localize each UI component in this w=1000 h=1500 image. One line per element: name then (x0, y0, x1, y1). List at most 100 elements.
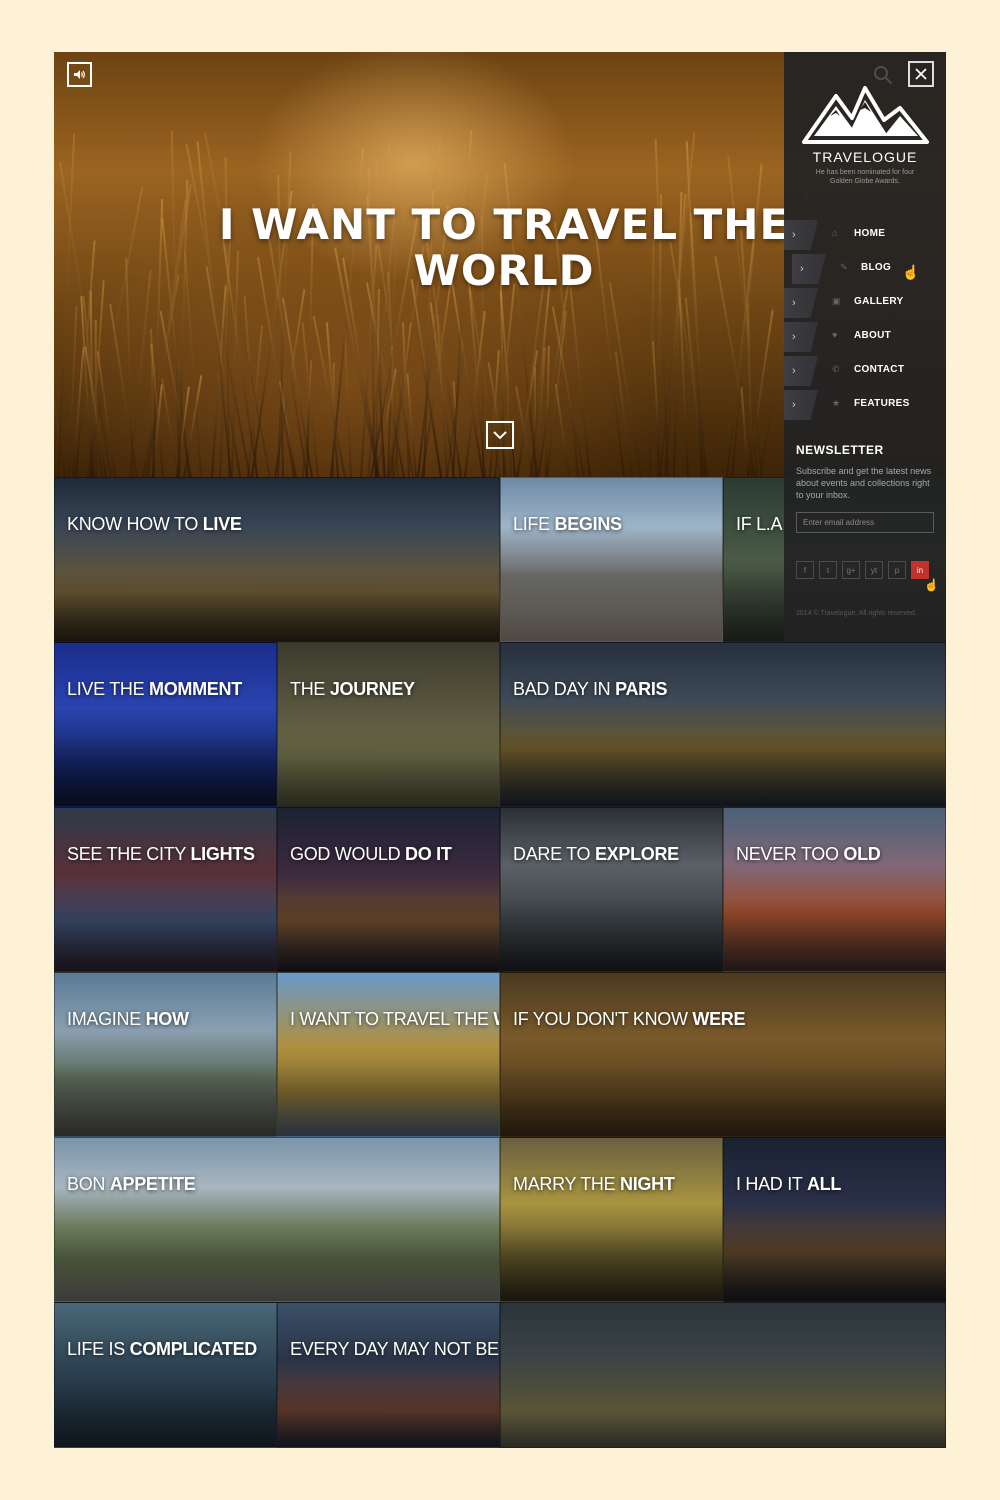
tile-photo-detail (501, 897, 722, 971)
tile-caption-light: MARRY THE (513, 1174, 621, 1194)
image-icon: ▣ (832, 296, 841, 306)
close-icon (915, 68, 927, 80)
tile-photo-detail (724, 897, 945, 971)
menu-item-home[interactable]: › ⌂ HOME (784, 220, 946, 254)
star-icon: ★ (832, 398, 841, 408)
gallery-tile[interactable]: NEVER TOO OLD (723, 807, 946, 972)
gallery-tile[interactable]: IF YOU DON'T KNOW WERE (500, 972, 946, 1137)
tile-caption-bold: WORLD (493, 1009, 499, 1029)
tile-caption: IF L.A (736, 514, 783, 535)
linkedin-icon[interactable]: in (911, 561, 929, 579)
menu-arrow: › (784, 356, 818, 386)
pointer-cursor-icon: ☝ (902, 264, 920, 280)
gallery-tile[interactable]: KNOW HOW TO LIVE (54, 477, 500, 642)
pointer-cursor-icon: ☝ (924, 578, 939, 592)
sound-toggle-button[interactable] (67, 62, 92, 87)
chevron-right-icon: › (792, 399, 796, 411)
tile-caption-bold: ALL (806, 1174, 842, 1194)
menu-arrow: › (784, 390, 818, 420)
grass-stalk (343, 329, 352, 477)
gallery-tile[interactable]: BAD DAY IN PARIS (500, 642, 946, 807)
tile-caption-bold: EXPLORE (594, 844, 679, 864)
tile-caption: DARE TO EXPLORE (513, 844, 679, 865)
menu-arrow: › (784, 288, 818, 318)
menu-item-blog[interactable]: › ✎ BLOG (784, 254, 946, 288)
tile-photo-detail (278, 1062, 499, 1136)
newsletter-email-input[interactable] (796, 512, 934, 533)
pinterest-icon[interactable]: p (888, 561, 906, 579)
gallery-tile[interactable] (500, 1302, 946, 1448)
menu-item-label: BLOG (861, 262, 892, 273)
tile-caption-light: SEE THE CITY (67, 844, 191, 864)
tile-caption-light: EVERY DAY MAY NOT BE (290, 1339, 500, 1359)
tile-caption: BAD DAY IN PARIS (513, 679, 668, 700)
gallery-tile[interactable]: DARE TO EXPLORE (500, 807, 723, 972)
tile-caption-light: THE (290, 679, 330, 699)
gallery-tile[interactable]: MARRY THE NIGHT (500, 1137, 723, 1302)
tile-caption: IF YOU DON'T KNOW WERE (513, 1009, 746, 1030)
tile-caption-light: DARE TO (513, 844, 595, 864)
tile-caption-light: BON (67, 1174, 110, 1194)
youtube-icon[interactable]: yt (865, 561, 883, 579)
tile-caption-light: NEVER TOO (736, 844, 844, 864)
main-menu: › ⌂ HOME › ✎ BLOG › ▣ GALLERY › ♥ ABOUT › ✆ CONTACT › ★ F… (784, 220, 946, 424)
tile-photo-detail (55, 1227, 499, 1301)
tile-photo-detail (55, 732, 276, 806)
menu-item-about[interactable]: › ♥ ABOUT (784, 322, 946, 356)
tile-caption: MARRY THE NIGHT (513, 1174, 675, 1195)
tile-caption: SEE THE CITY LIGHTS (67, 844, 255, 865)
chevron-right-icon: › (792, 229, 796, 241)
tile-photo-detail (278, 897, 499, 971)
gallery-tile[interactable]: EVERY DAY MAY NOT BE GOOD (277, 1302, 500, 1448)
facebook-icon[interactable]: f (796, 561, 814, 579)
tile-caption-light: LIFE (513, 514, 555, 534)
gallery-tile[interactable]: THE JOURNEY (277, 642, 500, 807)
tile-caption-bold: APPETITE (109, 1174, 196, 1194)
tile-photo-detail (501, 1227, 722, 1301)
gallery-tile[interactable]: GOD WOULD DO IT (277, 807, 500, 972)
newsletter-title: NEWSLETTER (796, 443, 884, 457)
gallery-tile[interactable]: LIFE IS COMPLICATED (54, 1302, 277, 1448)
tile-caption: GOD WOULD DO IT (290, 844, 452, 865)
menu-arrow: › (784, 220, 818, 250)
tile-photo-detail (55, 897, 276, 971)
tile-caption-bold: BEGINS (554, 514, 623, 534)
tile-caption-light: BAD DAY IN (513, 679, 616, 699)
mountain-logo-icon (802, 86, 929, 144)
gallery-tile[interactable]: LIVE THE MOMMENT (54, 642, 277, 807)
tile-caption-bold: LIGHTS (190, 844, 255, 864)
grass-stalk (185, 143, 251, 477)
home-icon: ⌂ (832, 228, 838, 238)
brand-name: TRAVELOGUE (812, 149, 918, 165)
scroll-down-button[interactable] (486, 421, 514, 449)
gallery-tile[interactable]: SEE THE CITY LIGHTS (54, 807, 277, 972)
gallery-tile[interactable]: IMAGINE HOW (54, 972, 277, 1137)
tile-photo-detail (55, 1062, 276, 1136)
menu-item-features[interactable]: › ★ FEATURES (784, 390, 946, 424)
menu-arrow: › (792, 254, 826, 284)
gallery-tile[interactable]: LIFE BEGINS (500, 477, 723, 642)
tile-caption-light: GOD WOULD (290, 844, 406, 864)
tile-caption: THE JOURNEY (290, 679, 415, 700)
gallery-tile[interactable]: I HAD IT ALL (723, 1137, 946, 1302)
twitter-icon[interactable]: t (819, 561, 837, 579)
speaker-icon (74, 70, 85, 79)
gallery-tile[interactable]: BON APPETITE (54, 1137, 500, 1302)
menu-item-gallery[interactable]: › ▣ GALLERY (784, 288, 946, 322)
social-links: f t g+ yt p in (796, 561, 929, 579)
tile-caption-bold: COMPLICATED (129, 1339, 258, 1359)
chevron-right-icon: › (800, 263, 804, 275)
gallery-tile[interactable]: I WANT TO TRAVEL THE WORLD (277, 972, 500, 1137)
sidebar-panel: TRAVELOGUE He has been nominated for fou… (784, 52, 946, 642)
chevron-right-icon: › (792, 331, 796, 343)
tile-caption-light: LIFE IS (67, 1339, 130, 1359)
tile-photo-detail (55, 1382, 276, 1447)
tile-caption: EVERY DAY MAY NOT BE GOOD (290, 1339, 500, 1360)
menu-item-label: CONTACT (854, 364, 905, 375)
tile-caption-light: I WANT TO TRAVEL THE (290, 1009, 494, 1029)
google-plus-icon[interactable]: g+ (842, 561, 860, 579)
menu-item-contact[interactable]: › ✆ CONTACT (784, 356, 946, 390)
menu-item-label: FEATURES (854, 398, 910, 409)
edit-icon: ✎ (840, 262, 848, 272)
tile-caption-light: LIVE THE (67, 679, 150, 699)
